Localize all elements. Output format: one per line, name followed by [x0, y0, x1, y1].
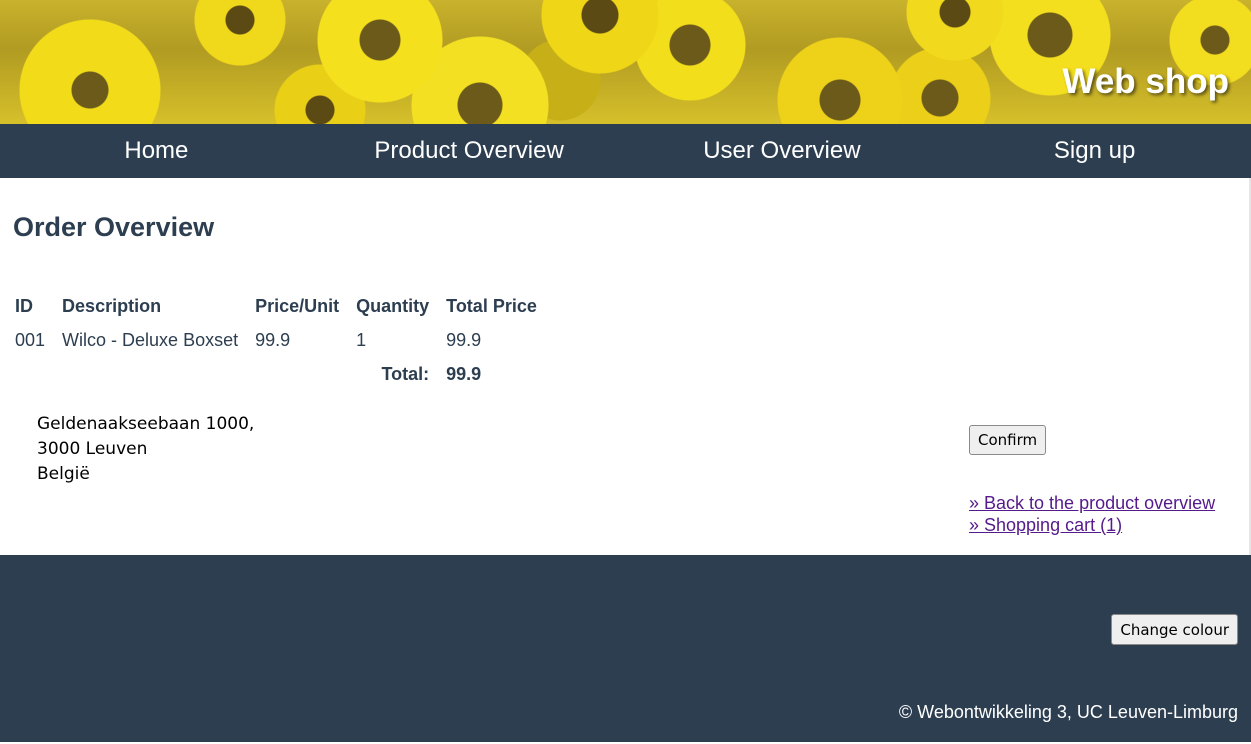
address-line-country: België: [37, 464, 90, 484]
column-header-id: ID: [15, 295, 33, 316]
nav-item-user-overview[interactable]: User Overview: [626, 124, 939, 178]
nav-item-sign-up[interactable]: Sign up: [938, 124, 1251, 178]
column-header-total-price: Total Price: [446, 295, 537, 316]
total-label: Total:: [381, 363, 430, 384]
change-colour-button[interactable]: Change colour: [1111, 614, 1238, 645]
table-header-row: ID Description Price/Unit Quantity Total…: [10, 289, 549, 323]
order-table: ID Description Price/Unit Quantity Total…: [10, 289, 549, 391]
address-line-street: Geldenaakseebaan 1000,: [37, 414, 255, 434]
shipping-address: Geldenaakseebaan 1000, 3000 Leuven Belgi…: [37, 412, 254, 487]
address-line-city: 3000 Leuven: [37, 439, 148, 459]
cell-total-price: 99.9: [446, 329, 482, 350]
column-header-price-unit: Price/Unit: [255, 295, 340, 316]
main-nav: Home Product Overview User Overview Sign…: [0, 124, 1251, 178]
footer: Change colour © Webontwikkeling 3, UC Le…: [0, 555, 1251, 742]
column-header-quantity: Quantity: [356, 295, 430, 316]
page-title: Order Overview: [13, 212, 215, 242]
table-row: 001 Wilco - Deluxe Boxset 99.9 1 99.9: [10, 323, 549, 357]
column-header-description: Description: [62, 295, 162, 316]
main-content: Order Overview ID Description Price/Unit…: [0, 178, 1251, 555]
cell-description: Wilco - Deluxe Boxset: [62, 329, 239, 350]
cell-price-unit: 99.9: [255, 329, 291, 350]
back-to-product-overview-link[interactable]: » Back to the product overview: [969, 492, 1215, 514]
total-row: Total: 99.9: [10, 357, 549, 391]
header-banner: Web shop: [0, 0, 1251, 124]
shopping-cart-link[interactable]: » Shopping cart (1): [969, 514, 1215, 536]
total-value: 99.9: [446, 363, 482, 384]
confirm-button[interactable]: Confirm: [969, 425, 1047, 455]
cell-id: 001: [15, 329, 46, 350]
site-title: Web shop: [1062, 62, 1229, 101]
nav-item-product-overview[interactable]: Product Overview: [313, 124, 626, 178]
page-links: » Back to the product overview » Shoppin…: [969, 492, 1215, 536]
cell-quantity: 1: [356, 329, 367, 350]
copyright-text: © Webontwikkeling 3, UC Leuven-Limburg: [898, 702, 1238, 722]
nav-item-home[interactable]: Home: [0, 124, 313, 178]
